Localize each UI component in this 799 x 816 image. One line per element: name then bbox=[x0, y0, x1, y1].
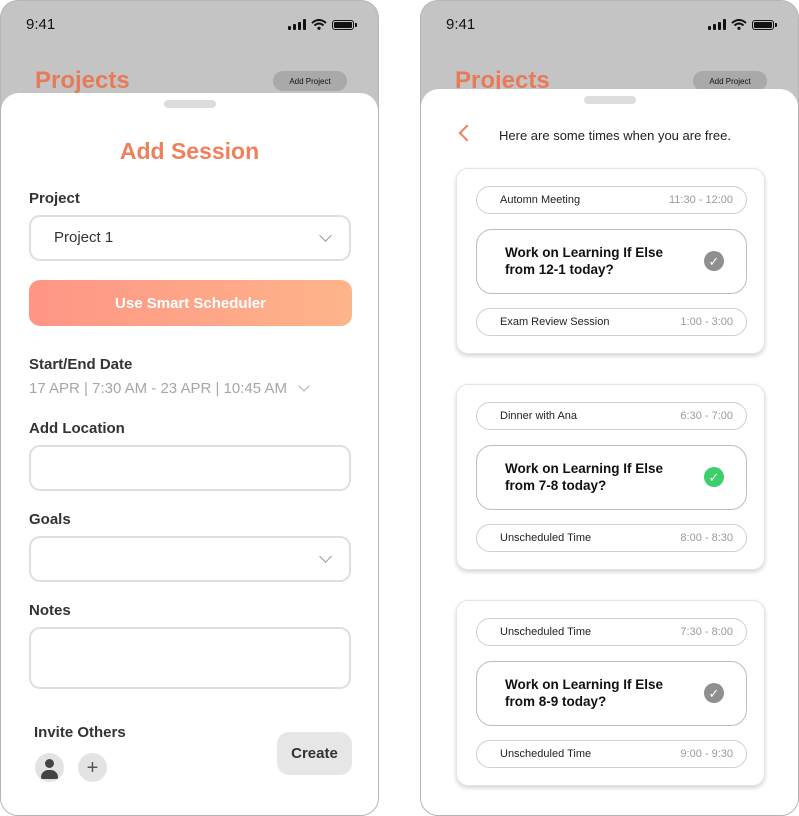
add-invitee-button[interactable]: + bbox=[78, 753, 107, 782]
project-label: Project bbox=[29, 190, 80, 207]
sheet-grabber[interactable] bbox=[583, 96, 636, 104]
event-pill: Unscheduled Time 9:00 - 9:30 bbox=[476, 740, 747, 768]
event-pill: Exam Review Session 1:00 - 3:00 bbox=[476, 308, 747, 336]
project-select[interactable]: Project 1 bbox=[29, 215, 351, 261]
signal-icon bbox=[708, 19, 726, 30]
person-icon-body bbox=[41, 770, 58, 779]
date-value: 17 APR | 7:30 AM - 23 APR | 10:45 AM bbox=[29, 380, 287, 397]
status-icons bbox=[288, 19, 357, 30]
add-session-screen: 9:41 Projects Add Project Add Session Pr… bbox=[0, 0, 379, 816]
suggestion-text: Work on Learning If Else from 12-1 today… bbox=[505, 245, 664, 277]
form-title: Add Session bbox=[119, 138, 260, 164]
suggestion-option[interactable]: Work on Learning If Else from 7-8 today?… bbox=[476, 445, 747, 510]
add-project-button[interactable]: Add Project bbox=[693, 71, 767, 91]
status-icons bbox=[708, 19, 777, 30]
projects-title: Projects bbox=[35, 67, 130, 94]
add-project-button[interactable]: Add Project bbox=[273, 71, 347, 91]
smart-scheduler-button[interactable]: Use Smart Scheduler bbox=[29, 280, 352, 326]
check-icon-selected[interactable]: ✓ bbox=[704, 467, 724, 487]
event-time: 6:30 - 7:00 bbox=[680, 410, 733, 422]
goals-select[interactable] bbox=[29, 536, 351, 582]
signal-icon bbox=[288, 19, 306, 30]
chevron-down-icon bbox=[319, 550, 332, 563]
check-icon[interactable]: ✓ bbox=[704, 251, 724, 271]
suggestion-text: Work on Learning If Else from 7-8 today? bbox=[505, 461, 664, 493]
chevron-down-icon bbox=[319, 229, 332, 242]
invite-label: Invite Others bbox=[34, 724, 126, 741]
date-label: Start/End Date bbox=[29, 356, 133, 373]
suggestion-option[interactable]: Work on Learning If Else from 12-1 today… bbox=[476, 229, 747, 294]
event-name: Exam Review Session bbox=[500, 316, 610, 328]
suggestion-text: Work on Learning If Else from 8-9 today? bbox=[505, 677, 664, 709]
event-time: 9:00 - 9:30 bbox=[680, 748, 733, 760]
check-icon[interactable]: ✓ bbox=[704, 683, 724, 703]
event-name: Automn Meeting bbox=[500, 194, 581, 206]
event-pill: Unscheduled Time 7:30 - 8:00 bbox=[476, 618, 747, 646]
free-times-screen: 9:41 Projects Add Project Here are some … bbox=[420, 0, 799, 816]
event-pill: Automn Meeting 11:30 - 12:00 bbox=[476, 186, 747, 214]
location-input[interactable] bbox=[29, 445, 351, 491]
goals-label: Goals bbox=[29, 511, 71, 528]
wifi-icon bbox=[731, 19, 747, 30]
create-button[interactable]: Create bbox=[277, 732, 352, 775]
event-time: 1:00 - 3:00 bbox=[680, 316, 733, 328]
battery-icon bbox=[752, 19, 777, 30]
event-name: Unscheduled Time bbox=[500, 532, 592, 544]
chevron-down-icon bbox=[298, 380, 310, 392]
event-time: 7:30 - 8:00 bbox=[680, 626, 733, 638]
wifi-icon bbox=[311, 19, 327, 30]
free-times-sheet: Here are some times when you are free. A… bbox=[421, 89, 798, 815]
add-session-sheet: Add Session Project Project 1 Use Smart … bbox=[1, 93, 378, 815]
free-slot-card: Automn Meeting 11:30 - 12:00 Work on Lea… bbox=[456, 168, 765, 354]
notes-label: Notes bbox=[29, 602, 71, 619]
sheet-grabber[interactable] bbox=[163, 100, 216, 108]
date-picker[interactable]: 17 APR | 7:30 AM - 23 APR | 10:45 AM bbox=[29, 380, 310, 397]
event-name: Dinner with Ana bbox=[500, 410, 578, 422]
event-time: 11:30 - 12:00 bbox=[668, 194, 733, 206]
location-label: Add Location bbox=[29, 420, 125, 437]
event-pill: Unscheduled Time 8:00 - 8:30 bbox=[476, 524, 747, 552]
notes-textarea[interactable] bbox=[29, 627, 351, 689]
event-name: Unscheduled Time bbox=[500, 626, 592, 638]
project-value: Project 1 bbox=[54, 229, 114, 246]
event-pill: Dinner with Ana 6:30 - 7:00 bbox=[476, 402, 747, 430]
plus-icon: + bbox=[86, 756, 99, 779]
avatar[interactable] bbox=[35, 753, 64, 782]
event-time: 8:00 - 8:30 bbox=[680, 532, 733, 544]
free-slot-card: Unscheduled Time 7:30 - 8:00 Work on Lea… bbox=[456, 600, 765, 786]
status-time: 9:41 bbox=[446, 16, 476, 33]
status-time: 9:41 bbox=[26, 16, 56, 33]
free-times-title: Here are some times when you are free. bbox=[499, 128, 731, 143]
event-name: Unscheduled Time bbox=[500, 748, 592, 760]
suggestion-option[interactable]: Work on Learning If Else from 8-9 today?… bbox=[476, 661, 747, 726]
back-arrow-icon[interactable] bbox=[458, 124, 476, 142]
battery-icon bbox=[332, 19, 357, 30]
free-slot-card: Dinner with Ana 6:30 - 7:00 Work on Lear… bbox=[456, 384, 765, 570]
person-icon-head bbox=[45, 759, 54, 768]
